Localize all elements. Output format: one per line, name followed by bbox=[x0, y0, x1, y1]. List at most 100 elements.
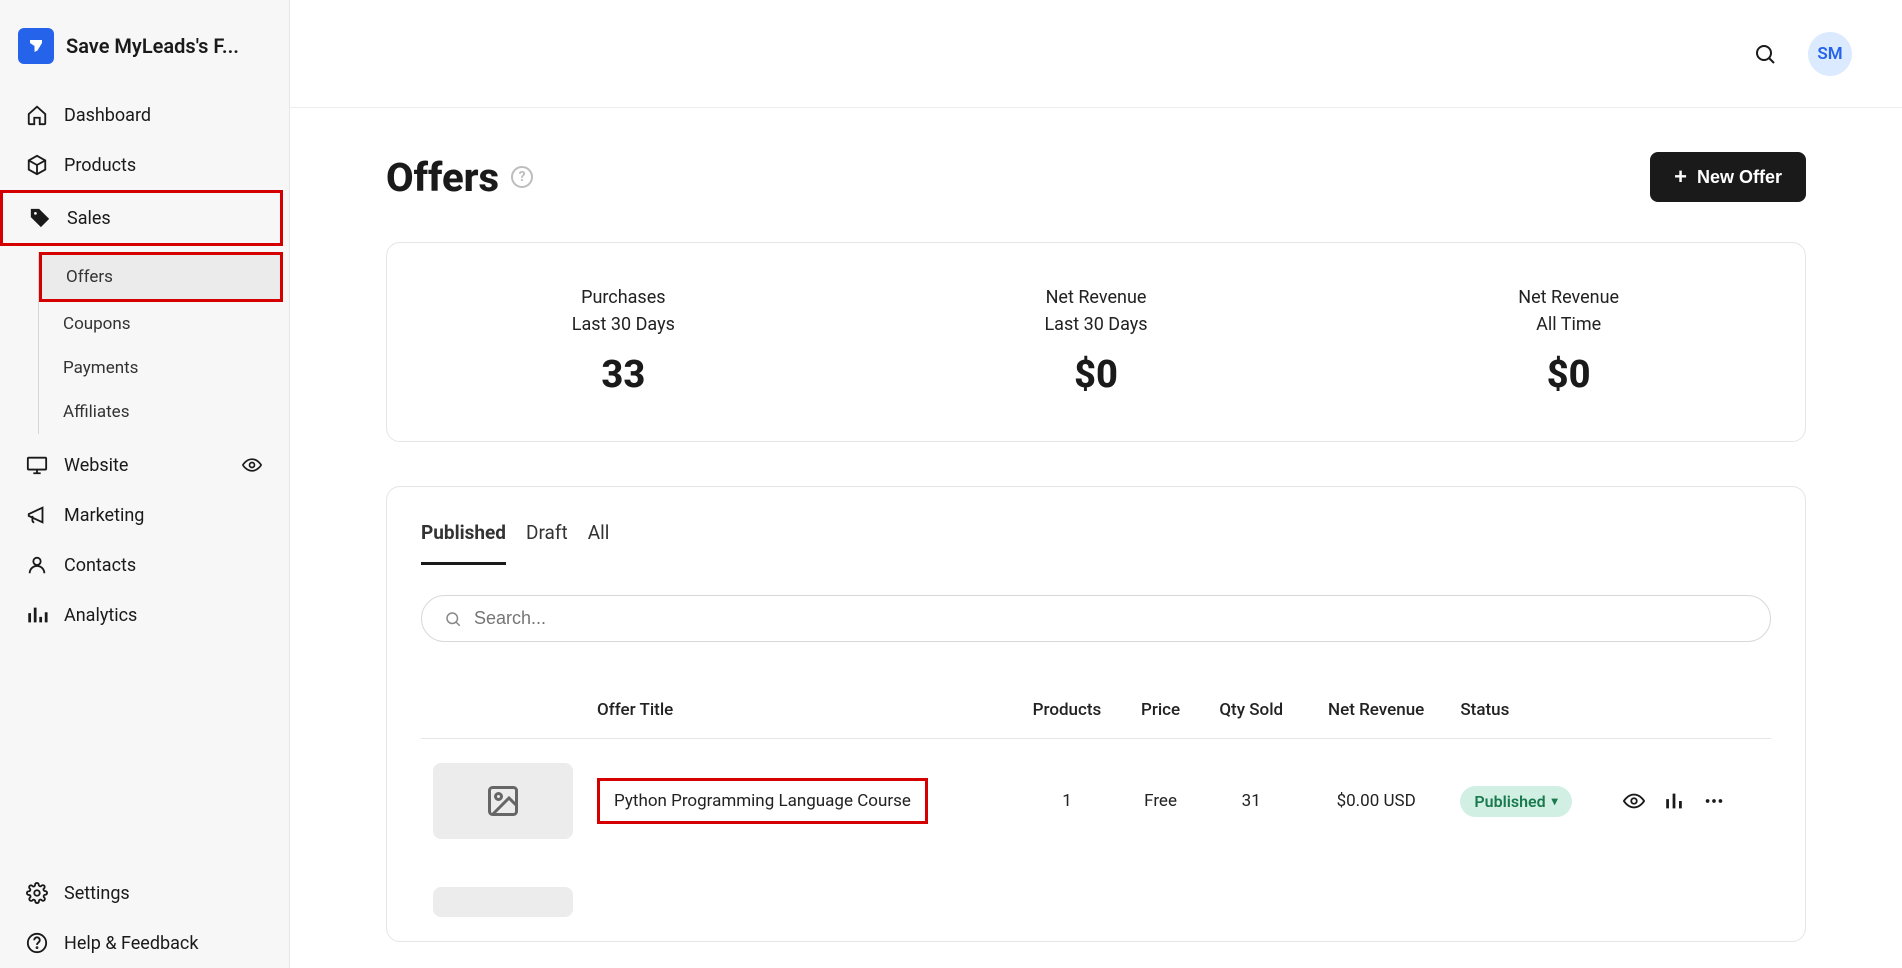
stat-sublabel: Last 30 Days bbox=[860, 314, 1333, 335]
nav-help[interactable]: Help & Feedback bbox=[0, 918, 289, 968]
topbar: SM bbox=[290, 0, 1902, 108]
table-row bbox=[421, 863, 1771, 941]
help-badge-icon[interactable]: ? bbox=[511, 166, 533, 188]
nav-label: Dashboard bbox=[64, 105, 151, 126]
home-icon bbox=[26, 104, 48, 126]
th-title: Offer Title bbox=[585, 682, 1011, 739]
stat-label: Net Revenue bbox=[1332, 287, 1805, 308]
tag-icon bbox=[29, 207, 51, 229]
cell-revenue: $0.00 USD bbox=[1304, 739, 1448, 864]
more-button[interactable] bbox=[1703, 790, 1725, 812]
sidebar: Save MyLeads's F... Dashboard Products S… bbox=[0, 0, 290, 968]
stat-value: $0 bbox=[1332, 353, 1805, 397]
search-box[interactable] bbox=[421, 595, 1771, 642]
nav-label: Settings bbox=[64, 883, 130, 904]
box-icon bbox=[26, 154, 48, 176]
tab-published[interactable]: Published bbox=[421, 521, 506, 565]
th-status: Status bbox=[1448, 682, 1611, 739]
row-actions bbox=[1623, 790, 1759, 812]
stat-net-revenue-all: Net Revenue All Time $0 bbox=[1332, 287, 1805, 397]
search-button[interactable] bbox=[1752, 41, 1778, 67]
dots-icon bbox=[1703, 790, 1725, 812]
subnav-coupons[interactable]: Coupons bbox=[39, 302, 289, 346]
table-header-row: Offer Title Products Price Qty Sold Net … bbox=[421, 682, 1771, 739]
main: SM Offers ? + New Offer Purchases Last 3… bbox=[290, 0, 1902, 968]
search-icon bbox=[444, 610, 462, 628]
stats-button[interactable] bbox=[1663, 790, 1685, 812]
stat-net-revenue-30d: Net Revenue Last 30 Days $0 bbox=[860, 287, 1333, 397]
subnav-sales: Offers Coupons Payments Affiliates bbox=[38, 252, 289, 434]
new-offer-label: New Offer bbox=[1697, 167, 1782, 188]
table-row: Python Programming Language Course 1 Fre… bbox=[421, 739, 1771, 864]
stat-sublabel: All Time bbox=[1332, 314, 1805, 335]
nav-settings[interactable]: Settings bbox=[0, 868, 289, 918]
nav-label: Contacts bbox=[64, 555, 136, 576]
cell-price: Free bbox=[1123, 739, 1199, 864]
nav-label: Products bbox=[64, 155, 136, 176]
nav-dashboard[interactable]: Dashboard bbox=[0, 90, 289, 140]
bars-icon bbox=[26, 604, 48, 626]
offer-thumbnail bbox=[433, 887, 573, 917]
stat-sublabel: Last 30 Days bbox=[387, 314, 860, 335]
user-icon bbox=[26, 554, 48, 576]
th-price: Price bbox=[1123, 682, 1199, 739]
subnav-offers[interactable]: Offers bbox=[39, 252, 283, 302]
monitor-icon bbox=[26, 454, 48, 476]
subnav-affiliates[interactable]: Affiliates bbox=[39, 390, 289, 434]
page-title: Offers bbox=[386, 154, 499, 201]
gear-icon bbox=[26, 882, 48, 904]
tab-all[interactable]: All bbox=[588, 521, 610, 565]
nav-label: Sales bbox=[67, 208, 111, 229]
search-input[interactable] bbox=[474, 608, 1748, 629]
eye-icon bbox=[1623, 790, 1645, 812]
search-icon bbox=[1753, 42, 1777, 66]
plus-icon: + bbox=[1674, 166, 1687, 188]
stat-value: $0 bbox=[860, 353, 1333, 397]
stat-purchases: Purchases Last 30 Days 33 bbox=[387, 287, 860, 397]
nav-label: Marketing bbox=[64, 505, 144, 526]
tab-draft[interactable]: Draft bbox=[526, 521, 568, 565]
cell-products: 1 bbox=[1011, 739, 1122, 864]
offer-thumbnail bbox=[433, 763, 573, 839]
eye-icon[interactable] bbox=[241, 454, 263, 476]
tabs: Published Draft All bbox=[421, 521, 1771, 565]
sidebar-header: Save MyLeads's F... bbox=[0, 18, 289, 90]
image-icon bbox=[485, 783, 521, 819]
nav-website[interactable]: Website bbox=[0, 440, 289, 490]
avatar[interactable]: SM bbox=[1808, 32, 1852, 76]
stat-label: Net Revenue bbox=[860, 287, 1333, 308]
cell-qty: 31 bbox=[1199, 739, 1304, 864]
content: Offers ? + New Offer Purchases Last 30 D… bbox=[290, 108, 1902, 968]
th-products: Products bbox=[1011, 682, 1122, 739]
nav-sales[interactable]: Sales bbox=[0, 190, 283, 246]
org-name[interactable]: Save MyLeads's F... bbox=[66, 34, 239, 58]
nav-label: Help & Feedback bbox=[64, 933, 198, 954]
chevron-down-icon: ▾ bbox=[1552, 794, 1558, 808]
offers-table: Offer Title Products Price Qty Sold Net … bbox=[421, 682, 1771, 941]
nav-label: Analytics bbox=[64, 605, 137, 626]
new-offer-button[interactable]: + New Offer bbox=[1650, 152, 1806, 202]
th-qty: Qty Sold bbox=[1199, 682, 1304, 739]
status-dropdown[interactable]: Published ▾ bbox=[1460, 786, 1571, 817]
bars-icon bbox=[1663, 790, 1685, 812]
th-revenue: Net Revenue bbox=[1304, 682, 1448, 739]
page-header: Offers ? + New Offer bbox=[386, 152, 1806, 202]
preview-button[interactable] bbox=[1623, 790, 1645, 812]
offer-title-link[interactable]: Python Programming Language Course bbox=[597, 778, 928, 824]
help-icon bbox=[26, 932, 48, 954]
nav2: Website Marketing Contacts Analytics bbox=[0, 440, 289, 640]
nav-contacts[interactable]: Contacts bbox=[0, 540, 289, 590]
nav-analytics[interactable]: Analytics bbox=[0, 590, 289, 640]
status-label: Published bbox=[1474, 792, 1545, 811]
offers-card: Published Draft All Offer Title Products… bbox=[386, 486, 1806, 942]
stats-card: Purchases Last 30 Days 33 Net Revenue La… bbox=[386, 242, 1806, 442]
megaphone-icon bbox=[26, 504, 48, 526]
nav: Dashboard Products Sales bbox=[0, 90, 289, 246]
stat-label: Purchases bbox=[387, 287, 860, 308]
stat-value: 33 bbox=[387, 353, 860, 397]
nav-products[interactable]: Products bbox=[0, 140, 289, 190]
subnav-payments[interactable]: Payments bbox=[39, 346, 289, 390]
nav-label: Website bbox=[64, 455, 128, 476]
nav-marketing[interactable]: Marketing bbox=[0, 490, 289, 540]
nav-footer: Settings Help & Feedback bbox=[0, 868, 289, 968]
